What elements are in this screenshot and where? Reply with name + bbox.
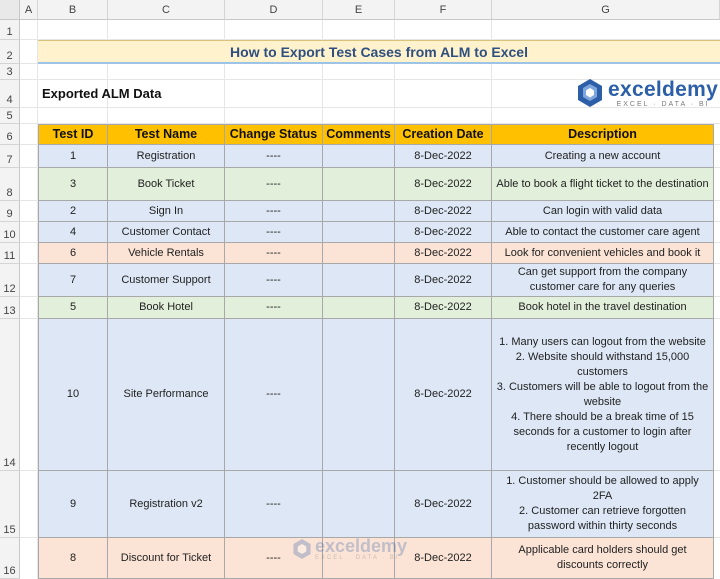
row-header-11[interactable]: 11 (0, 243, 20, 264)
cell-change-status[interactable]: ---- (225, 201, 323, 222)
exceldemy-logo-icon (578, 79, 602, 107)
row-header-15[interactable]: 15 (0, 471, 20, 538)
row-header-9[interactable]: 9 (0, 201, 20, 222)
cell-creation-date[interactable]: 8-Dec-2022 (395, 222, 492, 243)
cell-change-status[interactable]: ---- (225, 222, 323, 243)
cell-creation-date[interactable]: 8-Dec-2022 (395, 168, 492, 201)
cell-description[interactable]: Can get support from the company custome… (492, 264, 714, 297)
row-header-5[interactable]: 5 (0, 108, 20, 124)
sheet-title: How to Export Test Cases from ALM to Exc… (38, 40, 720, 64)
cell-test-name[interactable]: Book Hotel (108, 297, 225, 319)
cell-test-name[interactable]: Site Performance (108, 319, 225, 471)
cell-test-id[interactable]: 1 (38, 145, 108, 168)
cell-description[interactable]: Book hotel in the travel destination (492, 297, 714, 319)
header-change-status[interactable]: Change Status (225, 124, 323, 145)
cell-comments[interactable] (323, 145, 395, 168)
row-header-14[interactable]: 14 (0, 319, 20, 471)
column-header-d[interactable]: D (225, 0, 323, 20)
cell-test-id[interactable]: 2 (38, 201, 108, 222)
header-description[interactable]: Description (492, 124, 714, 145)
cell-test-id[interactable]: 6 (38, 243, 108, 264)
cell-change-status[interactable]: ---- (225, 319, 323, 471)
column-header-f[interactable]: F (395, 0, 492, 20)
cell-change-status[interactable]: ---- (225, 538, 323, 579)
column-header-c[interactable]: C (108, 0, 225, 20)
cell-test-id[interactable]: 3 (38, 168, 108, 201)
row-header-10[interactable]: 10 (0, 222, 20, 243)
column-header-e[interactable]: E (323, 0, 395, 20)
cell-description[interactable]: Able to contact the customer care agent (492, 222, 714, 243)
cell-comments[interactable] (323, 297, 395, 319)
cell-test-name[interactable]: Discount for Ticket (108, 538, 225, 579)
header-comments[interactable]: Comments (323, 124, 395, 145)
cell-comments[interactable] (323, 243, 395, 264)
cell-description[interactable]: Applicable card holders should get disco… (492, 538, 714, 579)
cell-test-id[interactable]: 5 (38, 297, 108, 319)
cell-creation-date[interactable]: 8-Dec-2022 (395, 538, 492, 579)
logo-name: exceldemy (608, 77, 719, 101)
cell-comments[interactable] (323, 222, 395, 243)
logo-tagline: EXCEL · DATA · BI (616, 100, 710, 108)
cell-test-name[interactable]: Registration (108, 145, 225, 168)
select-all-corner[interactable] (0, 0, 20, 20)
cell-change-status[interactable]: ---- (225, 168, 323, 201)
cell-change-status[interactable]: ---- (225, 471, 323, 538)
cell-description[interactable]: 1. Customer should be allowed to apply 2… (492, 471, 714, 538)
cell-description[interactable]: Able to book a flight ticket to the dest… (492, 168, 714, 201)
cell-change-status[interactable]: ---- (225, 145, 323, 168)
exceldemy-logo: exceldemy EXCEL · DATA · BI (576, 78, 718, 108)
cell-creation-date[interactable]: 8-Dec-2022 (395, 201, 492, 222)
cell-comments[interactable] (323, 168, 395, 201)
row-header-16[interactable]: 16 (0, 538, 20, 579)
cell-test-id[interactable]: 8 (38, 538, 108, 579)
row-header-7[interactable]: 7 (0, 145, 20, 168)
cell-test-name[interactable]: Sign In (108, 201, 225, 222)
cell-test-name[interactable]: Registration v2 (108, 471, 225, 538)
row-header-12[interactable]: 12 (0, 264, 20, 297)
spreadsheet[interactable]: ABCDEFG 1 2 3 4 5 6 7 8 9 10 11 12 13 14 15 16 How to E… (0, 0, 720, 579)
row-header-1[interactable]: 1 (0, 20, 20, 40)
cell-test-name[interactable]: Book Ticket (108, 168, 225, 201)
cell-test-id[interactable]: 9 (38, 471, 108, 538)
cell-creation-date[interactable]: 8-Dec-2022 (395, 145, 492, 168)
row-header-13[interactable]: 13 (0, 297, 20, 319)
row-header-8[interactable]: 8 (0, 168, 20, 201)
cell-comments[interactable] (323, 471, 395, 538)
cell-comments[interactable] (323, 201, 395, 222)
header-test-id[interactable]: Test ID (38, 124, 108, 145)
column-header-a[interactable]: A (20, 0, 38, 20)
cell-test-id[interactable]: 10 (38, 319, 108, 471)
header-test-name[interactable]: Test Name (108, 124, 225, 145)
cell-comments[interactable] (323, 319, 395, 471)
column-header-g[interactable]: G (492, 0, 720, 20)
section-heading: Exported ALM Data (42, 86, 162, 101)
cell-creation-date[interactable]: 8-Dec-2022 (395, 243, 492, 264)
cell-description[interactable]: Look for convenient vehicles and book it (492, 243, 714, 264)
cell-comments[interactable] (323, 264, 395, 297)
header-creation-date[interactable]: Creation Date (395, 124, 492, 145)
cell-test-id[interactable]: 7 (38, 264, 108, 297)
cell-test-name[interactable]: Customer Support (108, 264, 225, 297)
row-header-2[interactable]: 2 (0, 40, 20, 64)
cell-test-name[interactable]: Customer Contact (108, 222, 225, 243)
row-header-6[interactable]: 6 (0, 124, 20, 145)
cell-creation-date[interactable]: 8-Dec-2022 (395, 471, 492, 538)
column-header-b[interactable]: B (38, 0, 108, 20)
cell-description[interactable]: 1. Many users can logout from the websit… (492, 319, 714, 471)
row-header-4[interactable]: 4 (0, 80, 20, 108)
cell-description[interactable]: Creating a new account (492, 145, 714, 168)
cell-description[interactable]: Can login with valid data (492, 201, 714, 222)
cell-comments[interactable] (323, 538, 395, 579)
cell-creation-date[interactable]: 8-Dec-2022 (395, 297, 492, 319)
cell-change-status[interactable]: ---- (225, 243, 323, 264)
cell-test-id[interactable]: 4 (38, 222, 108, 243)
cell-change-status[interactable]: ---- (225, 297, 323, 319)
cell-change-status[interactable]: ---- (225, 264, 323, 297)
cell-test-name[interactable]: Vehicle Rentals (108, 243, 225, 264)
cell-creation-date[interactable]: 8-Dec-2022 (395, 319, 492, 471)
row-header-3[interactable]: 3 (0, 64, 20, 80)
cell-creation-date[interactable]: 8-Dec-2022 (395, 264, 492, 297)
